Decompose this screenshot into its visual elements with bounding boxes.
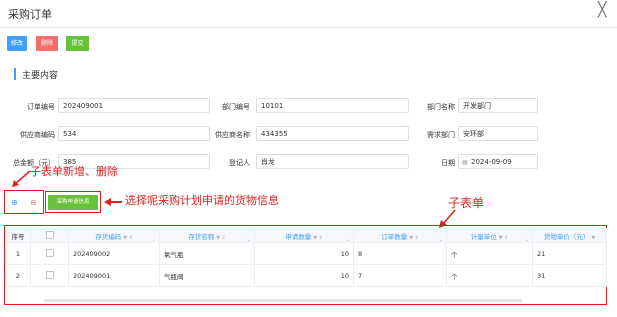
cell-goods-code[interactable]: 202409002 [68,242,160,265]
section-accent-bar [14,68,16,80]
row-checkbox[interactable] [30,264,69,287]
filter-sort-icon[interactable]: ▼ ⇕ [313,235,323,241]
filter-sort-icon[interactable]: ▼ [591,235,595,241]
chevron-down-icon[interactable]: ⌄ [247,237,251,242]
calendar-icon: ▦ [462,159,468,166]
minus-circle-icon[interactable]: ⊖ [30,198,37,207]
date-label: 日期 [441,159,455,167]
cell-unit[interactable]: 个 [446,264,533,287]
cell-apply-qty[interactable]: 10 [254,242,354,265]
cell-unit[interactable]: 个 [446,242,533,265]
col-order-qty-label: 订单数量 [381,232,408,241]
table-row[interactable]: 2 202409001 气瓶阀 10 7 个 31 [5,264,607,287]
col-goods-code[interactable]: 存货编码 ▼ ⇕ ⌄ [68,228,160,243]
filter-sort-icon[interactable]: ▼ ⇕ [123,235,133,241]
registrant-field[interactable]: 肖龙 [256,154,409,169]
col-apply-qty[interactable]: 申请数量 ▼ ⇕ ⌄ [254,228,354,243]
demand-dept-label: 需求部门 [427,131,455,139]
cell-order-qty[interactable]: 7 [353,264,447,287]
registrant-label: 登记人 [229,159,250,167]
cell-order-qty[interactable]: 8 [353,242,447,265]
cell-goods-name[interactable]: 氧气瓶 [159,242,255,265]
col-apply-qty-label: 申请数量 [285,232,312,241]
supplier-code-label: 供应商编码 [20,131,55,139]
demand-dept-field[interactable]: 安环部 [458,126,538,141]
dept-code-label: 部门编号 [222,103,250,111]
chevron-down-icon[interactable]: ⌄ [525,237,529,242]
chevron-down-icon[interactable]: ⌄ [152,237,156,242]
dept-name-field[interactable]: 开发部门 [458,98,538,113]
purchase-apply-info-button[interactable]: 采购申请信息 [48,195,98,210]
col-unit-label: 计量单位 [470,232,497,241]
edit-button[interactable]: 修改 [7,36,27,51]
col-goods-name-label: 存货名称 [188,232,215,241]
select-all-checkbox[interactable] [30,228,69,243]
plus-circle-icon[interactable]: ⊕ [11,198,18,207]
supplier-name-field[interactable]: 434355 [256,126,409,141]
cell-unit-price[interactable]: 21 [532,242,607,265]
supplier-name-label: 供应商名称 [215,131,250,139]
table-row[interactable]: 1 202409002 氧气瓶 10 8 个 21 [5,242,607,265]
cell-apply-qty[interactable]: 10 [254,264,354,287]
col-order-qty[interactable]: 订单数量 ▼ ⇕ ⌄ [353,228,447,243]
col-unit[interactable]: 计量单位 ▼ ⇕ ⌄ [446,228,533,243]
table-header-row: 序号 存货编码 ▼ ⇕ ⌄ 存货名称 ▼ ⇕ ⌄ 申请数量 ▼ ⇕ ⌄ 订单数量 ▼ ⇕ ⌄ 计… [5,228,607,243]
annotation-select-info: 选择呢采购计划申请的货物信息 [125,194,279,207]
col-unit-price[interactable]: 货物单价（元） ▼ [532,228,607,243]
col-goods-code-label: 存货编码 [95,232,122,241]
subform-add-remove-group [4,190,44,214]
cell-goods-name[interactable]: 气瓶阀 [159,264,255,287]
dept-name-label: 部门名称 [427,103,455,111]
submit-button[interactable]: 提交 [66,36,89,51]
dialog-title: 采购订单 [8,8,52,21]
col-unit-price-label: 货物单价（元） [543,232,590,241]
col-goods-name[interactable]: 存货名称 ▼ ⇕ ⌄ [159,228,255,243]
cell-unit-price[interactable]: 31 [532,264,607,287]
section-title: 主要内容 [22,71,59,81]
close-icon[interactable]: ╳ [598,2,606,18]
arrow-down-icon [12,170,31,187]
filter-sort-icon[interactable]: ▼ ⇕ [499,235,509,241]
header-divider [0,27,617,28]
supplier-code-field[interactable]: 534 [58,126,210,141]
filter-sort-icon[interactable]: ▼ ⇕ [409,235,419,241]
col-seq: 序号 [5,228,31,243]
chevron-down-icon[interactable]: ⌄ [439,237,443,242]
date-field[interactable]: ▦ 2024-09-09 [458,154,538,169]
order-no-field[interactable]: 202409001 [58,98,210,113]
horizontal-scrollbar[interactable] [44,299,522,302]
order-no-label: 订单编号 [27,103,55,111]
annotation-add-delete: 子表单新增、删除 [30,165,118,178]
dept-code-field[interactable]: 10101 [256,98,409,113]
date-value: 2024-09-09 [471,158,512,166]
delete-button[interactable]: 删除 [36,36,58,51]
row-checkbox[interactable] [30,242,69,265]
filter-sort-icon[interactable]: ▼ ⇕ [216,235,226,241]
arrow-left-icon [104,198,122,206]
chevron-down-icon[interactable]: ⌄ [346,237,350,242]
cell-goods-code[interactable]: 202409001 [68,264,160,287]
cell-seq: 1 [5,242,31,265]
subform-table: 序号 存货编码 ▼ ⇕ ⌄ 存货名称 ▼ ⇕ ⌄ 申请数量 ▼ ⇕ ⌄ 订单数量 ▼ ⇕ ⌄ 计… [5,228,607,287]
cell-seq: 2 [5,264,31,287]
